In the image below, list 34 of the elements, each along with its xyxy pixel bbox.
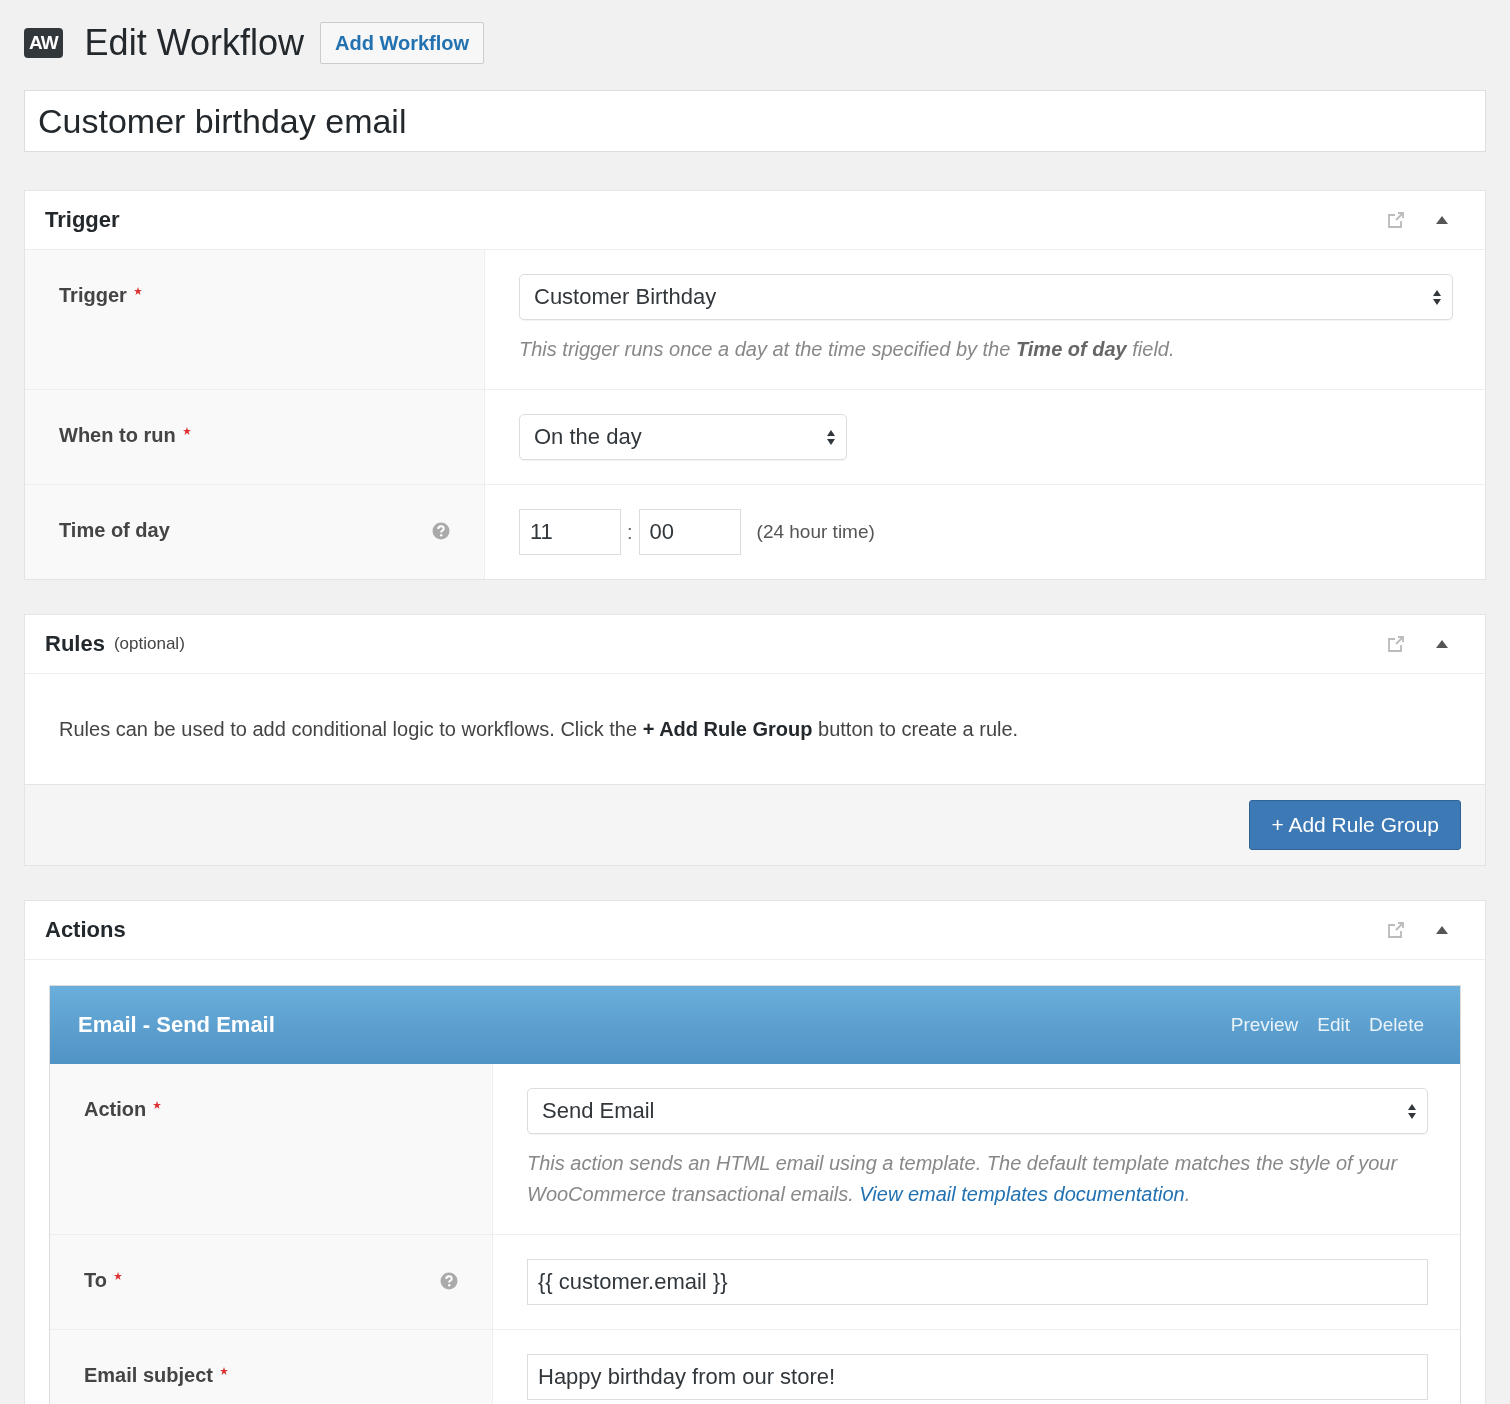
logo: AW [24, 28, 63, 58]
panel-title: Trigger [45, 207, 120, 233]
action-title: Email - Send Email [78, 1012, 275, 1038]
select-field[interactable]: On the day [519, 414, 847, 460]
field-label: When to run [59, 424, 176, 447]
field-label: Action [84, 1098, 147, 1121]
select-arrows-icon [826, 428, 836, 446]
minutes-field[interactable]: 00 [638, 509, 741, 555]
field-label: Email subject [84, 1364, 213, 1387]
add-rule-group-button[interactable]: + Add Rule Group [1249, 800, 1461, 850]
text-field[interactable]: {{ customer.email }} [527, 1259, 1428, 1305]
select-arrows-icon [1432, 288, 1442, 306]
add-workflow-button[interactable]: Add Workflow [320, 22, 485, 64]
collapse-icon[interactable] [1435, 639, 1449, 649]
collapse-icon[interactable] [1435, 215, 1449, 225]
panel-title: Actions [45, 917, 126, 943]
panel-subtitle: (optional) [113, 634, 185, 654]
field-description: This trigger runs once a day at the time specified by the Time of day field. [519, 337, 1176, 362]
field-label: Trigger [59, 284, 127, 307]
field-label: Time of day [59, 519, 170, 542]
hours-field[interactable]: 11 [519, 509, 621, 555]
select-field[interactable]: Send Email [527, 1088, 1428, 1134]
rules-description: Rules can be used to add conditional logic to workflows. Click the + Add Rule Group button to create a rule. [59, 717, 1019, 741]
field-description: This action sends an HTML email using a template. The default template matches the style of your WooCommerce transactional emails. View email templates documentation. [527, 1151, 1399, 1207]
panel-title: Rules [45, 631, 105, 657]
field-label: To [84, 1269, 107, 1292]
workflow-name-field[interactable]: Customer birthday email [24, 90, 1486, 152]
page-title: Edit Workflow [84, 22, 304, 64]
time-format-note: (24 hour time) [756, 521, 875, 543]
text-field[interactable]: Happy birthday from our store! [527, 1354, 1428, 1400]
select-field[interactable]: Customer Birthday [519, 274, 1453, 320]
collapse-icon[interactable] [1435, 925, 1449, 935]
documentation-link[interactable]: View email templates documentation [859, 1183, 1185, 1205]
time-separator: : [627, 520, 633, 544]
